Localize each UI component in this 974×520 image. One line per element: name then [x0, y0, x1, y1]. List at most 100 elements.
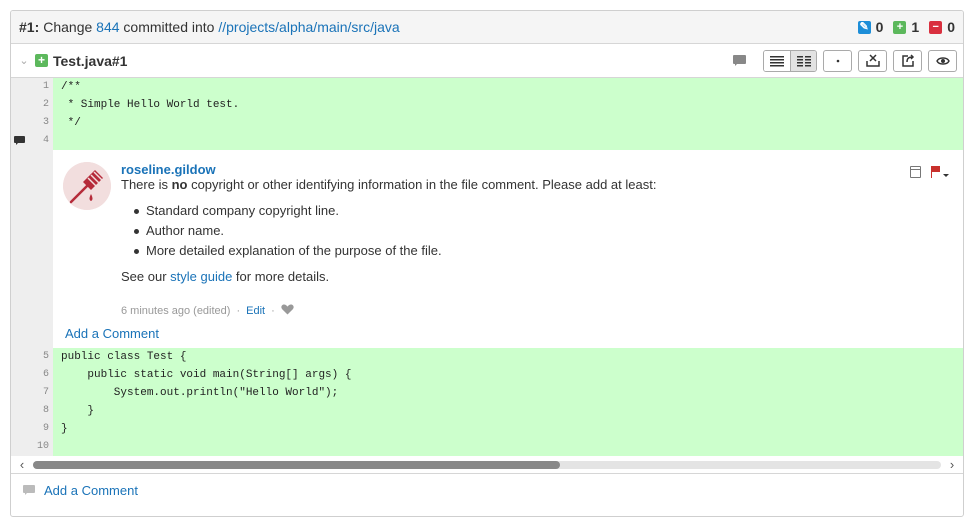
comment-author[interactable]: roseline.gildow: [121, 162, 951, 177]
line-number-commented[interactable]: 4: [11, 132, 53, 150]
code-line: 2 * Simple Hello World test.: [11, 96, 963, 114]
code-line-text: [53, 132, 963, 150]
code-line-text: * Simple Hello World test.: [53, 96, 963, 114]
download-icon[interactable]: [858, 49, 887, 72]
line-number[interactable]: 2: [11, 96, 53, 114]
comment-icon: [23, 484, 36, 496]
line-number[interactable]: 10: [11, 438, 53, 456]
comment-text: There is no copyright or other identifyi…: [121, 177, 951, 193]
code-line: 5 public class Test {: [11, 348, 963, 366]
scroll-thumb[interactable]: [33, 460, 560, 469]
review-prefix: Change: [43, 19, 93, 35]
scroll-track[interactable]: [33, 460, 941, 469]
comment-timestamp: 6 minutes ago (edited): [121, 304, 231, 317]
comment-text-part: copyright or other identifying informati…: [187, 177, 657, 192]
edit-link[interactable]: Edit: [246, 305, 265, 317]
code-line: 4: [11, 132, 963, 150]
comment: roseline.gildow There is no copyright or…: [53, 150, 963, 320]
code-line-text: */: [53, 114, 963, 132]
comment-text-part: See our: [121, 269, 171, 284]
open-icon[interactable]: [893, 49, 922, 72]
review-middle: committed into: [123, 19, 215, 35]
inline-comment-block: roseline.gildow There is no copyright or…: [11, 150, 963, 348]
review-panel: #1: Change 844 committed into //projects…: [10, 10, 964, 517]
code-line-text: }: [53, 420, 963, 438]
code-line-text: }: [53, 402, 963, 420]
flag-dropdown-icon[interactable]: [931, 166, 949, 178]
list-item: Author name.: [134, 221, 951, 241]
separator: ·: [236, 304, 241, 317]
file-footer: Add a Comment: [11, 473, 963, 506]
comment-see-line: See our style guide for more details.: [121, 269, 951, 285]
code-line: 10: [11, 438, 963, 456]
file-name: Test.java#1: [53, 52, 128, 69]
line-number[interactable]: 8: [11, 402, 53, 420]
minus-icon: −: [929, 20, 943, 34]
scroll-left-icon[interactable]: ‹: [11, 457, 33, 472]
depot-path-link[interactable]: //projects/alpha/main/src/java: [218, 19, 399, 35]
separator: ·: [271, 304, 275, 317]
collapse-chevron-icon[interactable]: ⌄: [17, 54, 31, 68]
pencil-icon: ✎: [857, 20, 871, 34]
comment-text-part: There is: [121, 177, 172, 192]
caret-down-icon: [943, 174, 949, 177]
file-added-icon: +: [35, 54, 48, 67]
scroll-right-icon[interactable]: ›: [941, 457, 963, 472]
code-line: 3 */: [11, 114, 963, 132]
file-counts: ✎ 0 +1 −0: [857, 19, 955, 35]
comment-actions: [910, 166, 949, 178]
horizontal-scrollbar[interactable]: ‹ ›: [11, 456, 963, 473]
line-number-value: 4: [42, 135, 49, 146]
file-toolbar: [733, 49, 957, 72]
view-icon[interactable]: [928, 49, 957, 72]
inline-comment-body: roseline.gildow There is no copyright or…: [53, 150, 963, 348]
code-line: 6 public static void main(String[] args)…: [11, 366, 963, 384]
code-line-text: System.out.println("Hello World");: [53, 384, 963, 402]
code-line: 7 System.out.println("Hello World");: [11, 384, 963, 402]
edited-count: ✎ 0: [857, 19, 884, 35]
side-by-side-icon[interactable]: [790, 50, 816, 71]
comment-list: Standard company copyright line. Author …: [134, 201, 951, 261]
deleted-count-value: 0: [947, 19, 955, 35]
line-number[interactable]: 1: [11, 78, 53, 96]
added-count: +1: [893, 19, 919, 35]
added-count-value: 1: [911, 19, 920, 35]
line-number[interactable]: 3: [11, 114, 53, 132]
list-item: Standard company copyright line.: [134, 201, 951, 221]
change-link[interactable]: 844: [96, 19, 119, 35]
view-mode-toggle: [763, 49, 817, 72]
line-number[interactable]: 9: [11, 420, 53, 438]
code-line-text: [53, 438, 963, 456]
edited-count-value: 0: [875, 19, 884, 35]
style-guide-link[interactable]: style guide: [170, 269, 232, 284]
code-line: 9 }: [11, 420, 963, 438]
add-file-comment-link[interactable]: Add a Comment: [44, 483, 138, 498]
review-header: #1: Change 844 committed into //projects…: [11, 11, 963, 44]
calendar-icon[interactable]: [910, 166, 921, 178]
code-line-text: /**: [53, 78, 963, 96]
comment-text-bold: no: [171, 177, 188, 192]
code-line: 1 /**: [11, 78, 963, 96]
comment-meta: 6 minutes ago (edited) · Edit ·: [121, 303, 951, 318]
review-id: #1:: [19, 19, 40, 35]
inline-gutter: [11, 150, 53, 348]
plus-icon: +: [893, 20, 907, 34]
code-line-text: public static void main(String[] args) {: [53, 366, 963, 384]
code-line-text: public class Test {: [53, 348, 963, 366]
line-number[interactable]: 6: [11, 366, 53, 384]
deleted-count: −0: [929, 19, 955, 35]
inline-comment-icon[interactable]: [14, 136, 25, 145]
code-view: 1 /** 2 * Simple Hello World test. 3 */ …: [11, 78, 963, 456]
line-number[interactable]: 7: [11, 384, 53, 402]
comment-text-part: for more details.: [232, 269, 330, 284]
like-icon[interactable]: [281, 303, 294, 318]
comment-icon[interactable]: [733, 54, 747, 67]
show-whitespace-icon[interactable]: [823, 49, 852, 72]
file-header: ⌄ + Test.java#1: [11, 44, 963, 78]
avatar[interactable]: [63, 162, 111, 210]
list-item: More detailed explanation of the purpose…: [134, 241, 951, 261]
code-line: 8 }: [11, 402, 963, 420]
add-inline-comment-link[interactable]: Add a Comment: [53, 320, 963, 348]
show-full-icon[interactable]: [764, 50, 790, 71]
line-number[interactable]: 5: [11, 348, 53, 366]
